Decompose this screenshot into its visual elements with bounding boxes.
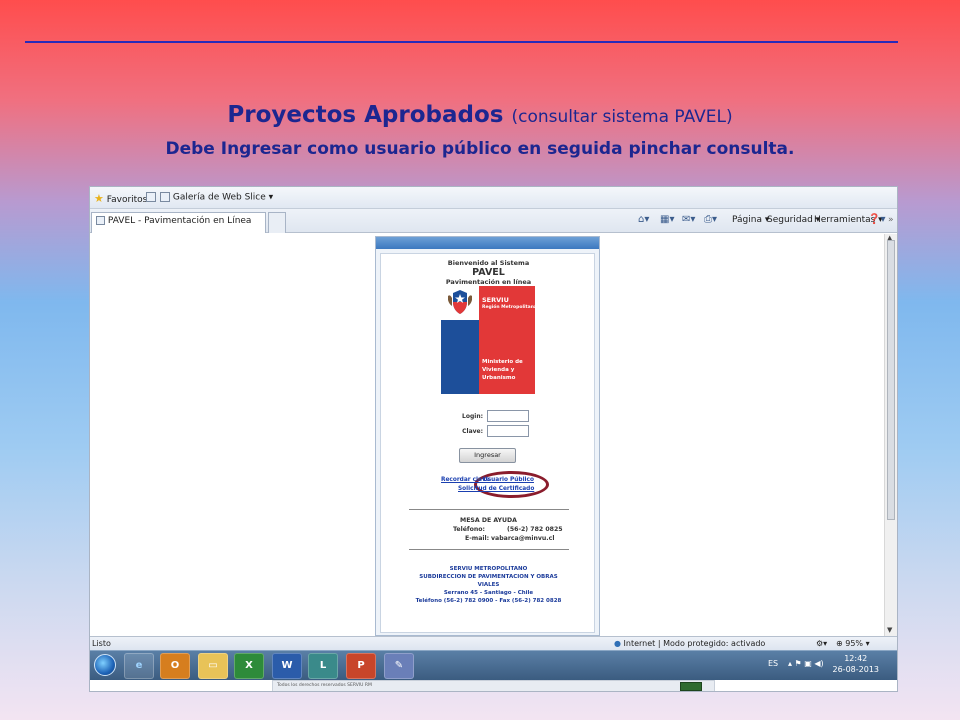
help-desk-email: vabarca@minvu.cl <box>491 535 555 542</box>
globe-icon: ● <box>614 639 621 648</box>
clock-date: 26-08-2013 <box>832 665 880 674</box>
web-slice-label: Galería de Web Slice <box>172 192 266 203</box>
divider-top <box>409 509 569 510</box>
divider-bottom <box>409 549 569 550</box>
login-input[interactable] <box>487 410 529 422</box>
footer-line-5: Teléfono (56-2) 782 0900 - Fax (56-2) 78… <box>415 598 562 604</box>
clock[interactable]: 12:42 26-08-2013 <box>833 653 880 675</box>
windows-taskbar: e O ▭ X W L P ✎ ES ▴ ⚑ ▣ ◀) 12:42 26-08-… <box>90 650 897 680</box>
web-slice-gallery[interactable]: Galería de Web Slice ▾ <box>160 192 273 203</box>
password-row: Clave: <box>381 425 596 437</box>
tab-bar: PAVEL - Pavimentación en Línea ⌂▾ ▦▾ ✉▾ … <box>90 209 897 233</box>
help-desk-email-label: E-mail: <box>465 535 490 542</box>
status-bar: Listo ● Internet | Modo protegido: activ… <box>90 636 897 650</box>
page-content: Bienvenido al Sistema PAVEL Pavimentació… <box>90 234 884 636</box>
internet-explorer-icon[interactable]: e <box>124 653 154 679</box>
footer-line-2: SUBDIRECCION DE PAVIMENTACION Y OBRAS <box>419 574 558 580</box>
slide-title: Proyectos Aprobados (consultar sistema P… <box>0 102 960 128</box>
scroll-down-icon[interactable]: ▼ <box>887 626 892 634</box>
more-chevron-icon[interactable]: » <box>888 215 894 225</box>
new-tab-button[interactable] <box>268 212 286 233</box>
favorites-button[interactable]: ★ Favoritos <box>94 192 147 205</box>
security-menu-label: Seguridad <box>767 215 813 225</box>
security-menu[interactable]: Seguridad ▾ <box>767 215 820 225</box>
tab-pavel[interactable]: PAVEL - Pavimentación en Línea <box>91 212 266 233</box>
highlight-ellipse <box>474 471 549 498</box>
home-icon[interactable]: ⌂▾ <box>638 214 649 225</box>
language-indicator[interactable]: ES <box>768 659 778 668</box>
web-slice-icon <box>160 192 170 202</box>
footer-line-3: VIALES <box>477 582 500 588</box>
paint-icon[interactable]: ✎ <box>384 653 414 679</box>
footer-logo <box>680 682 702 691</box>
clock-time: 12:42 <box>844 654 868 663</box>
mail-icon[interactable]: ✉▾ <box>682 214 695 225</box>
panel-body: Bienvenido al Sistema PAVEL Pavimentació… <box>380 253 595 633</box>
footer-line-1: SERVIU METROPOLITANO <box>449 566 528 572</box>
help-desk-phone: (56-2) 782 0825 <box>507 526 563 533</box>
favorites-bar: ★ Favoritos Galería de Web Slice ▾ <box>90 187 897 209</box>
panel-header <box>376 237 599 249</box>
powerpoint-icon[interactable]: P <box>346 653 376 679</box>
copyright-text: Todos los derechos reservados SERVIU RM <box>277 683 372 688</box>
ingresar-button[interactable]: Ingresar <box>459 448 516 463</box>
slide-divider <box>25 41 898 43</box>
internet-zone[interactable]: ● Internet | Modo protegido: activado <box>614 639 765 648</box>
scroll-thumb[interactable] <box>887 240 895 520</box>
folder-icon[interactable]: ▭ <box>198 653 228 679</box>
word-icon[interactable]: W <box>272 653 302 679</box>
zoom-icon: ⊕ <box>836 639 843 648</box>
serviu-logo: SERVIU Región Metropolitana Ministerio d… <box>441 286 537 394</box>
link-separator: - <box>478 477 481 483</box>
help-desk-title: MESA DE AYUDA <box>460 517 517 524</box>
solicitud-certificado-link[interactable]: Solicitud de Certificado <box>458 486 534 492</box>
vertical-scrollbar[interactable]: ▲ ▼ <box>884 234 897 636</box>
login-panel: Bienvenido al Sistema PAVEL Pavimentació… <box>375 236 600 636</box>
zoom-control[interactable]: ⊕ 95% ▾ <box>836 639 870 648</box>
logo-region: Región Metropolitana <box>482 305 537 310</box>
welcome-text: Bienvenido al Sistema <box>447 259 530 267</box>
footer-line-4: Serrano 45 - Santiago - Chile <box>443 590 534 596</box>
browser-screenshot: ★ Favoritos Galería de Web Slice ▾ PAVEL… <box>89 186 898 692</box>
outlook-icon[interactable]: O <box>160 653 190 679</box>
login-row: Login: <box>381 410 596 422</box>
password-input[interactable] <box>487 425 529 437</box>
help-icon[interactable]: ❓▾ <box>868 214 885 225</box>
logo-org: SERVIU <box>482 296 509 304</box>
password-label: Clave: <box>462 428 483 435</box>
help-desk-phone-label: Teléfono: <box>453 526 485 533</box>
usuario-publico-link[interactable]: Usuario Público <box>483 477 534 483</box>
system-desc: Pavimentación en línea <box>445 278 532 286</box>
feeds-icon[interactable]: ▦▾ <box>660 214 674 225</box>
page-menu[interactable]: Página ▾ <box>732 215 769 225</box>
tools-menu-label: Herramientas <box>814 215 876 225</box>
status-text: Listo <box>92 639 111 648</box>
chevron-down-icon: ▾ <box>268 192 274 203</box>
login-label: Login: <box>462 413 483 420</box>
start-button[interactable] <box>94 654 116 676</box>
tab-title: PAVEL - Pavimentación en Línea <box>107 216 252 226</box>
logo-ministry: Ministerio de Vivienda y Urbanismo <box>482 359 523 381</box>
print-icon[interactable]: ⎙▾ <box>704 214 717 225</box>
add-favorite-icon[interactable] <box>146 192 156 203</box>
slide-title-suffix: (consultar sistema PAVEL) <box>511 107 733 127</box>
tray-icons[interactable]: ▴ ⚑ ▣ ◀) <box>788 659 824 668</box>
page-menu-label: Página <box>732 215 762 225</box>
zoom-level: 95% <box>845 639 864 648</box>
security-status-icon[interactable]: ⚙▾ <box>816 639 827 648</box>
zone-label: Internet | Modo protegido: activado <box>623 639 766 648</box>
page-icon <box>96 216 105 225</box>
lync-icon[interactable]: L <box>308 653 338 679</box>
page-footer-strip: Todos los derechos reservados SERVIU RM <box>272 680 715 691</box>
chevron-down-icon: ▾ <box>865 639 870 648</box>
slide-subtitle: Debe Ingresar como usuario público en se… <box>165 139 795 159</box>
excel-icon[interactable]: X <box>234 653 264 679</box>
favorites-label: Favoritos <box>106 195 148 205</box>
coat-of-arms-icon <box>448 290 472 314</box>
slide-title-main: Proyectos Aprobados <box>227 102 504 128</box>
star-icon: ★ <box>94 192 104 205</box>
system-name: PAVEL <box>472 267 505 278</box>
